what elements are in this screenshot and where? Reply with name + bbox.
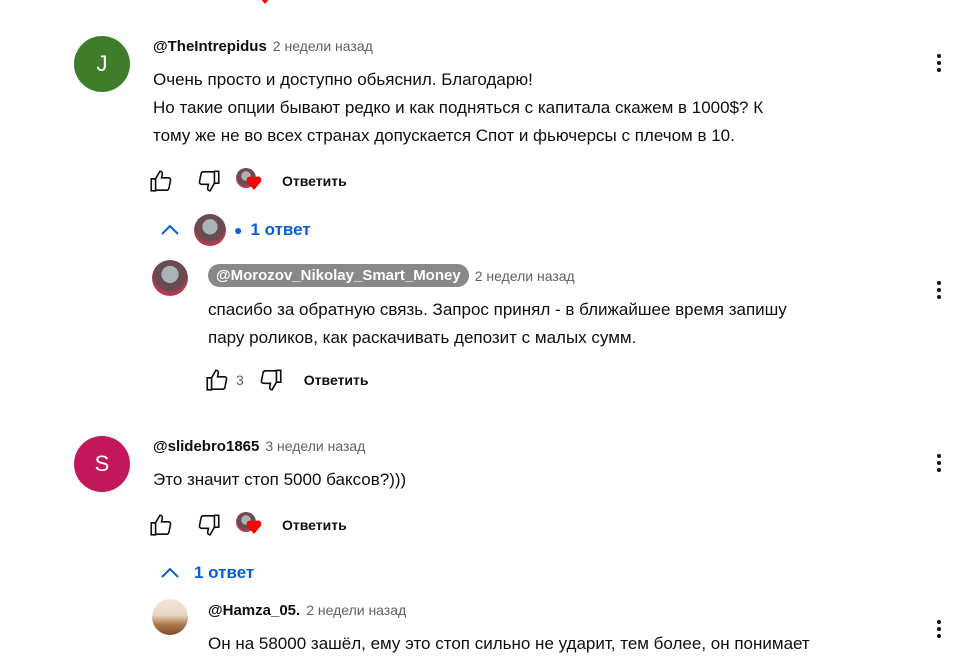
like-button[interactable] <box>144 164 178 198</box>
thumb-down-icon <box>260 369 282 391</box>
comment-author[interactable]: @slidebro1865 <box>153 438 259 455</box>
comment-line: Очень просто и доступно обьяснил. Благод… <box>153 70 533 89</box>
avatar[interactable]: J <box>74 36 130 92</box>
reply-text: Он на 58000 зашёл, ему это стоп сильно н… <box>208 630 810 658</box>
reply-line: пару роликов, как раскачивать депозит с … <box>208 328 637 347</box>
thumb-up-icon <box>150 170 172 192</box>
replies-toggle[interactable]: 1 ответ <box>160 563 254 583</box>
thumb-up-icon <box>150 514 172 536</box>
separator-dot: ● <box>234 222 243 238</box>
comment-time[interactable]: 2 недели назад <box>273 38 373 54</box>
comment-author[interactable]: @TheIntrepidus <box>153 38 267 55</box>
replies-toggle[interactable]: ● 1 ответ <box>160 214 311 246</box>
reply-actions: 3 Ответить <box>200 363 369 397</box>
chevron-up-icon <box>161 567 179 578</box>
avatar-letter: S <box>94 451 110 476</box>
comment-line: Но такие опции бывают редко и как поднят… <box>153 98 764 117</box>
avatar-letter: J <box>96 51 108 76</box>
heart-icon <box>246 176 262 190</box>
comment-actions: Ответить <box>144 164 347 198</box>
avatar[interactable] <box>152 599 188 635</box>
comment-text: Очень просто и доступно обьяснил. Благод… <box>153 66 763 150</box>
thumb-up-icon <box>206 369 228 391</box>
reply-line: Он на 58000 зашёл, ему это стоп сильно н… <box>208 634 810 653</box>
more-options-icon[interactable] <box>927 617 951 641</box>
reply-button[interactable]: Ответить <box>304 372 369 388</box>
reply-button[interactable]: Ответить <box>282 173 347 189</box>
creator-heart <box>234 166 264 196</box>
creator-heart <box>234 510 264 540</box>
comment-actions: Ответить <box>144 508 347 542</box>
more-options-icon[interactable] <box>927 451 951 475</box>
chevron-up-icon <box>161 224 179 235</box>
like-button[interactable] <box>200 363 234 397</box>
creator-avatar <box>194 214 226 246</box>
comment-header: @TheIntrepidus 2 недели назад <box>153 38 373 55</box>
comment-line: тому же не во всех странах допускается С… <box>153 126 735 145</box>
avatar[interactable]: S <box>74 436 130 492</box>
heart-icon <box>246 520 262 534</box>
like-button[interactable] <box>144 508 178 542</box>
comment-header: @slidebro1865 3 недели назад <box>153 438 365 455</box>
reply-button[interactable]: Ответить <box>282 517 347 533</box>
reply-author[interactable]: @Hamza_05. <box>208 602 300 619</box>
reply-text: спасибо за обратную связь. Запрос принял… <box>208 296 787 352</box>
thumb-down-icon <box>198 514 220 536</box>
reply-header: @Hamza_05. 2 недели назад <box>208 602 406 619</box>
dislike-button[interactable] <box>254 363 288 397</box>
like-count: 3 <box>236 372 244 388</box>
comment-time[interactable]: 3 недели назад <box>265 438 365 454</box>
reply-time[interactable]: 2 недели назад <box>475 268 575 284</box>
more-options-icon[interactable] <box>927 278 951 302</box>
avatar[interactable] <box>152 260 188 296</box>
dislike-button[interactable] <box>192 508 226 542</box>
reply-header: @Morozov_Nikolay_Smart_Money 2 недели на… <box>208 264 575 287</box>
more-options-icon[interactable] <box>927 51 951 75</box>
reply-time[interactable]: 2 недели назад <box>306 602 406 618</box>
creator-author-chip[interactable]: @Morozov_Nikolay_Smart_Money <box>208 264 469 287</box>
replies-count: 1 ответ <box>194 563 255 582</box>
comment-line: Это значит стоп 5000 баксов?))) <box>153 470 407 489</box>
dislike-button[interactable] <box>192 164 226 198</box>
thumb-down-icon <box>198 170 220 192</box>
reply-line: спасибо за обратную связь. Запрос принял… <box>208 300 787 319</box>
comment-text: Это значит стоп 5000 баксов?))) <box>153 466 406 494</box>
heart-icon <box>261 0 269 4</box>
replies-count: 1 ответ <box>250 220 311 239</box>
